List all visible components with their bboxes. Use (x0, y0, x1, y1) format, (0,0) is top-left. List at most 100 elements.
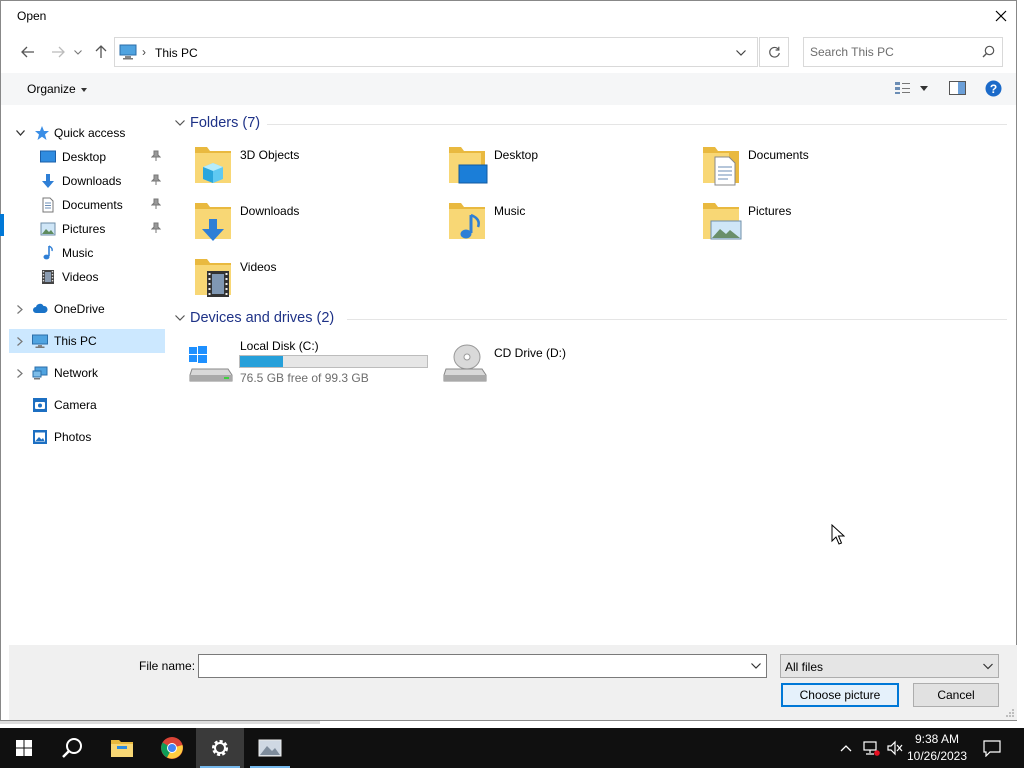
nav-onedrive[interactable]: OneDrive (9, 297, 165, 321)
chevron-down-icon (74, 49, 82, 55)
file-name-label: File name: (139, 659, 196, 673)
search-input[interactable] (810, 43, 975, 61)
drive-item-cd-drive[interactable]: CD Drive (D:) (425, 339, 675, 389)
breadcrumb-separator: › (142, 45, 146, 59)
nav-this-pc[interactable]: This PC (9, 329, 165, 353)
preview-pane-icon[interactable] (949, 81, 966, 95)
folder-item-3d-objects[interactable]: 3D Objects (171, 143, 411, 193)
nav-camera[interactable]: Camera (9, 393, 165, 417)
organize-button[interactable]: Organize (27, 82, 87, 96)
clock-time: 9:38 AM (914, 732, 960, 746)
nav-item-documents[interactable]: Documents (9, 193, 165, 217)
chevron-down-icon (175, 315, 185, 321)
documents-icon (42, 197, 54, 213)
collapse-chevron-icon[interactable] (14, 367, 26, 379)
file-name-input[interactable] (203, 659, 733, 674)
folder-item-pictures[interactable]: Pictures (679, 199, 919, 249)
nav-item-desktop[interactable]: Desktop (9, 145, 165, 169)
forward-button[interactable] (47, 41, 69, 63)
group-header-devices[interactable]: Devices and drives (2) (171, 308, 1007, 330)
refresh-button[interactable] (759, 37, 789, 67)
pin-icon[interactable] (151, 222, 161, 234)
desktop-icon (40, 150, 56, 163)
computer-icon (32, 334, 48, 348)
nav-item-downloads[interactable]: Downloads (9, 169, 165, 193)
collapse-chevron-icon[interactable] (14, 303, 26, 315)
back-button[interactable] (17, 41, 39, 63)
nav-label-photos: Photos (54, 430, 92, 444)
taskbar-settings[interactable] (196, 728, 244, 768)
file-name-bar: File name: All files Choose picture Canc… (9, 645, 1017, 720)
action-center-button[interactable] (980, 728, 1004, 768)
desktop-folder-icon (449, 147, 488, 184)
volume-muted-icon (887, 740, 903, 756)
close-button[interactable] (986, 1, 1016, 31)
title-bar: Open (1, 1, 1016, 32)
taskbar-chrome[interactable] (148, 728, 196, 768)
taskbar-search-button[interactable] (48, 728, 96, 768)
drive-item-local-disk[interactable]: Local Disk (C:) 76.5 GB free of 99.3 GB (171, 339, 428, 389)
show-hidden-icons-button[interactable] (836, 728, 856, 768)
nav-item-music[interactable]: Music (9, 241, 165, 265)
breadcrumb-this-pc[interactable]: This PC (155, 46, 198, 60)
pin-icon[interactable] (151, 150, 161, 162)
videos-icon (42, 270, 54, 284)
volume-tray-button[interactable] (884, 728, 906, 768)
music-icon (43, 245, 53, 260)
close-icon (995, 10, 1007, 22)
help-icon[interactable]: ? (985, 80, 1002, 97)
view-options-dropdown-icon[interactable] (920, 86, 928, 91)
group-header-folders[interactable]: Folders (7) (171, 113, 1007, 135)
collapse-chevron-icon[interactable] (14, 335, 26, 347)
search-box[interactable] (803, 37, 1003, 67)
nav-quick-access[interactable]: Quick access (9, 121, 165, 145)
folder-item-desktop[interactable]: Desktop (425, 143, 665, 193)
pin-icon[interactable] (151, 174, 161, 186)
pin-icon[interactable] (151, 198, 161, 210)
file-type-value: All files (785, 660, 824, 674)
recent-locations-button[interactable] (71, 41, 85, 63)
window-title: Open (17, 9, 47, 23)
photos-icon (33, 430, 47, 444)
network-icon (32, 366, 48, 380)
expand-chevron-icon[interactable] (14, 127, 26, 139)
choose-picture-button[interactable]: Choose picture (781, 683, 899, 707)
nav-item-pictures[interactable]: Pictures (9, 217, 165, 241)
drive-usage-bar (239, 355, 428, 368)
file-name-combobox[interactable] (198, 654, 767, 678)
taskbar-photos-app[interactable] (246, 728, 294, 768)
file-name-dropdown-button[interactable] (748, 658, 764, 674)
folder-item-music[interactable]: Music (425, 199, 665, 249)
drive-usage-fill (240, 356, 283, 367)
taskbar-file-explorer[interactable] (98, 728, 146, 768)
chevron-up-icon (840, 744, 852, 751)
folder-item-videos[interactable]: Videos (171, 255, 411, 305)
folder-item-downloads[interactable]: Downloads (171, 199, 411, 249)
address-bar[interactable]: › This PC (114, 37, 758, 67)
nav-label-quick-access: Quick access (54, 126, 126, 140)
nav-label-onedrive: OneDrive (54, 302, 105, 316)
windows-logo-icon (16, 740, 32, 756)
nav-photos[interactable]: Photos (9, 425, 165, 449)
change-view-icon[interactable] (894, 81, 912, 95)
cd-drive-icon (443, 344, 487, 382)
folder-label: Documents (748, 148, 809, 162)
folder-item-documents[interactable]: Documents (679, 143, 919, 193)
file-explorer-icon (111, 740, 133, 757)
file-type-select[interactable]: All files (780, 654, 999, 678)
address-dropdown-button[interactable] (729, 42, 753, 64)
folder-label: Pictures (748, 204, 792, 218)
up-button[interactable] (90, 41, 112, 63)
nav-network[interactable]: Network (9, 361, 165, 385)
cancel-button[interactable]: Cancel (913, 683, 999, 707)
chrome-icon (161, 737, 183, 759)
command-bar: Organize (1, 73, 1016, 105)
taskbar-clock[interactable]: 9:38 AM 10/26/2023 (904, 731, 970, 765)
nav-item-videos[interactable]: Videos (9, 265, 165, 289)
nav-label: Downloads (62, 174, 122, 188)
resize-grip-icon[interactable] (1005, 708, 1015, 718)
nav-label: Music (62, 246, 94, 260)
start-button[interactable] (0, 728, 48, 768)
mouse-pointer-icon (831, 524, 845, 545)
network-tray-button[interactable] (860, 728, 882, 768)
